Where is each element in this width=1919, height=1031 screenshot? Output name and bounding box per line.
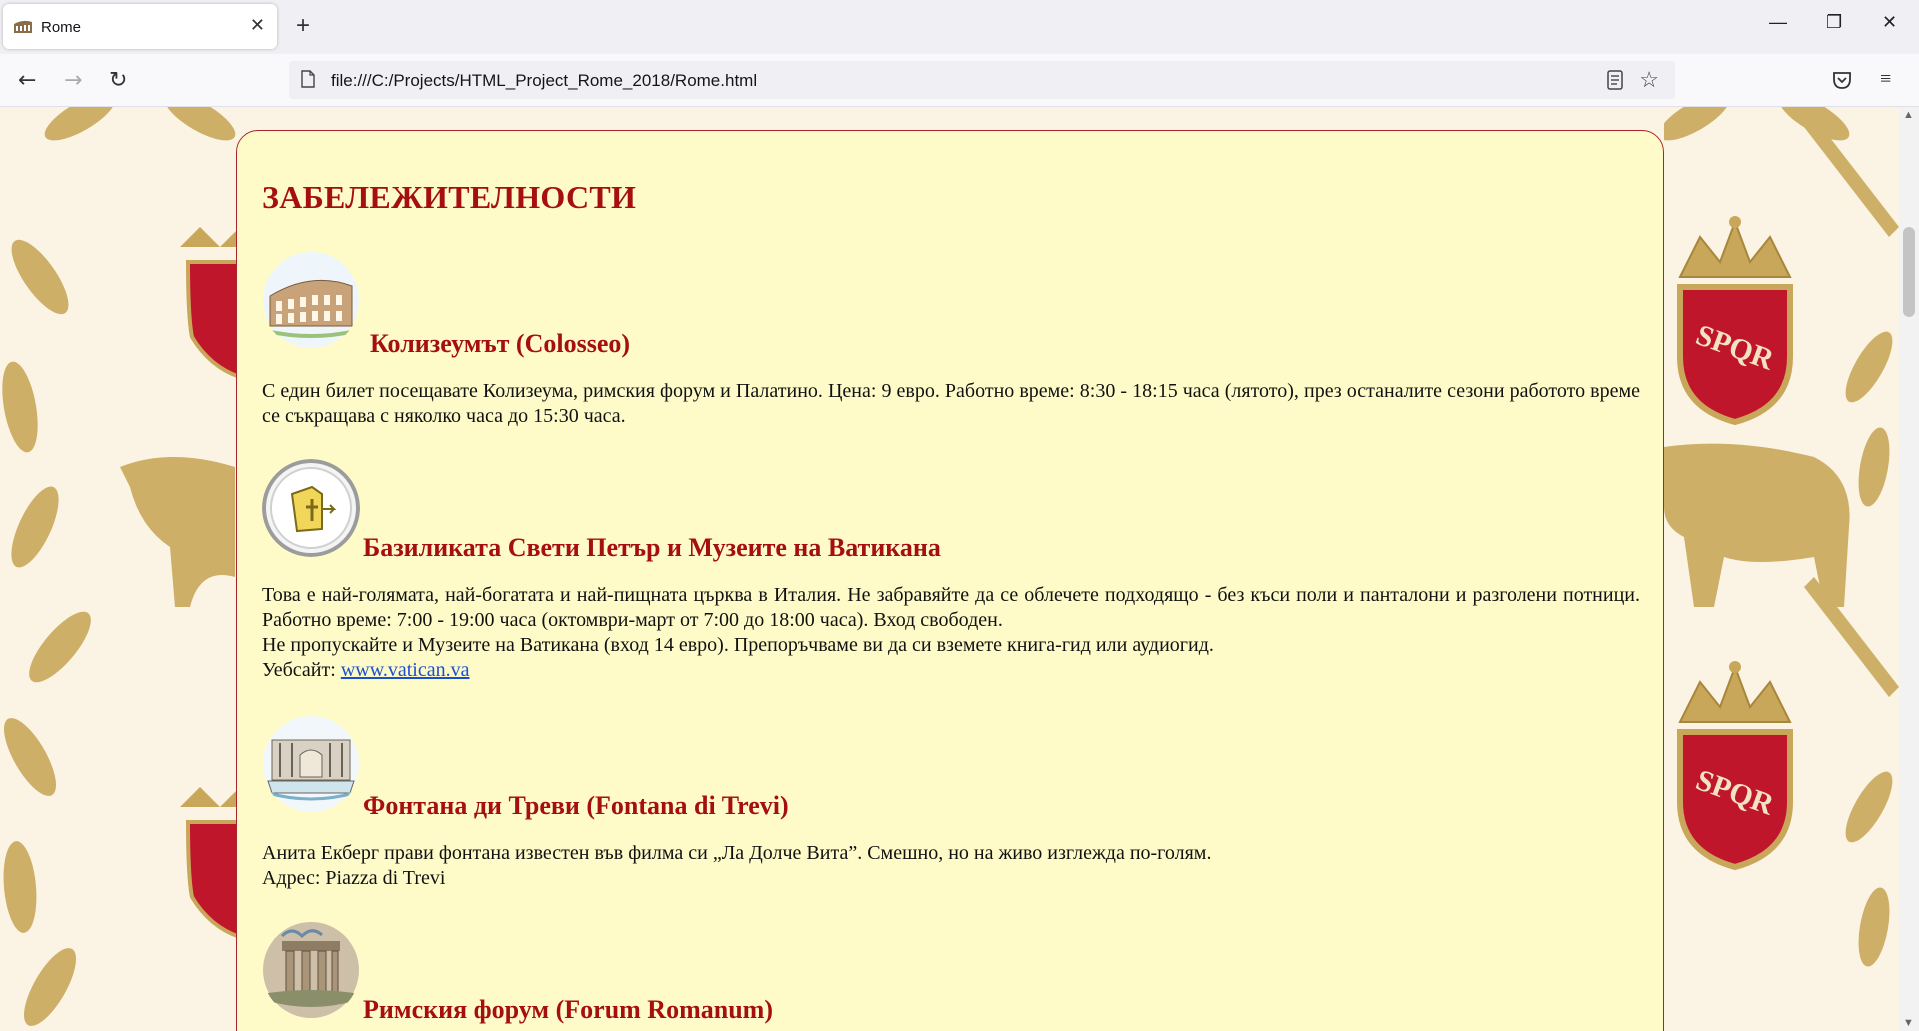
tab-close-icon[interactable]: ✕ <box>250 15 265 36</box>
sight-description: С един билет посещавате Колизеума, римск… <box>262 379 1640 429</box>
arrow-left-icon[interactable]: ← <box>18 68 36 93</box>
scrollbar-thumb[interactable] <box>1903 227 1915 317</box>
vatican-emblem-image <box>262 459 360 557</box>
page-icon <box>301 70 315 88</box>
page-scrollbar[interactable]: ▲ ▼ <box>1899 107 1919 1031</box>
sight-title: Колизеумът (Colosseo) <box>370 329 631 358</box>
description-line: С един билет посещавате Колизеума, римск… <box>262 380 1640 427</box>
spqr-shield-right-top-icon: SPQR <box>1677 216 1793 426</box>
window-close-icon[interactable]: ✕ <box>1882 12 1897 33</box>
content-panel: ЗАБЕЛЕЖИТЕЛНОСТИ Колизеумът (Colosseo) С… <box>236 130 1664 1031</box>
colosseum-favicon-icon <box>14 20 32 33</box>
tab-title: Rome <box>41 19 82 36</box>
sight-roman-forum: Римския форум (Forum Romanum) <box>262 921 1642 1031</box>
vatican-website-link[interactable]: www.vatican.va <box>341 659 470 681</box>
sight-st-peters-basilica: Базиликата Свети Петър и Музеите на Вати… <box>262 459 1642 699</box>
scroll-down-icon[interactable]: ▼ <box>1903 1017 1914 1029</box>
website-line: Уебсайт: www.vatican.va <box>262 658 1640 683</box>
arrow-right-icon[interactable]: → <box>64 68 82 93</box>
sight-description: Анита Екберг прави фонтана известен във … <box>262 841 1640 891</box>
website-label: Уебсайт: <box>262 659 341 681</box>
pocket-icon[interactable] <box>1832 70 1852 90</box>
restore-icon[interactable]: ❐ <box>1826 12 1842 33</box>
roman-forum-image <box>263 922 359 1018</box>
sight-title: Римския форум (Forum Romanum) <box>363 995 773 1024</box>
description-line: Не пропускайте и Музеите на Ватикана (вх… <box>262 634 1214 656</box>
colosseum-image <box>263 252 359 348</box>
spqr-shield-right-bottom-icon: SPQR <box>1677 661 1793 871</box>
sight-title: Базиликата Свети Петър и Музеите на Вати… <box>363 533 941 562</box>
reader-view-icon[interactable] <box>1607 70 1623 90</box>
sight-trevi-fountain: Фонтана ди Треви (Fontana di Trevi) Анит… <box>262 715 1642 905</box>
navigation-bar: ← → ↻ file:///C:/Projects/HTML_Project_R… <box>0 54 1919 107</box>
page-title: ЗАБЕЛЕЖИТЕЛНОСТИ <box>262 179 637 215</box>
page-viewport: SPQR SPQR ЗАБЕЛЕЖИТЕЛНОСТИ Колизеумът (C… <box>0 107 1899 1031</box>
address-bar[interactable]: file:///C:/Projects/HTML_Project_Rome_20… <box>289 61 1675 99</box>
spqr-shield-left-bottom-icon <box>180 787 240 940</box>
sight-description: Това е най-голямата, най-богатата и най-… <box>262 583 1640 683</box>
minimize-icon[interactable]: — <box>1769 12 1787 33</box>
trevi-fountain-image <box>263 716 359 812</box>
sight-colosseum: Колизеумът (Colosseo) С един билет посещ… <box>262 251 1642 431</box>
star-icon[interactable]: ☆ <box>1639 67 1659 93</box>
description-line: Анита Екберг прави фонтана известен във … <box>262 842 1212 864</box>
hamburger-menu-icon[interactable]: ≡ <box>1880 68 1891 91</box>
spqr-shield-left-top-icon <box>180 227 240 380</box>
url-text[interactable]: file:///C:/Projects/HTML_Project_Rome_20… <box>331 71 757 91</box>
scroll-up-icon[interactable]: ▲ <box>1903 109 1914 121</box>
sight-title: Фонтана ди Треви (Fontana di Trevi) <box>363 791 789 820</box>
reload-icon[interactable]: ↻ <box>109 68 127 93</box>
description-line: Това е най-голямата, най-богатата и най-… <box>262 584 1640 631</box>
description-line: Адрес: Piazza di Trevi <box>262 867 446 889</box>
new-tab-icon[interactable]: + <box>296 12 310 40</box>
browser-tab[interactable]: Rome ✕ <box>3 4 277 49</box>
tab-bar: Rome ✕ + — ❐ ✕ <box>0 0 1919 54</box>
